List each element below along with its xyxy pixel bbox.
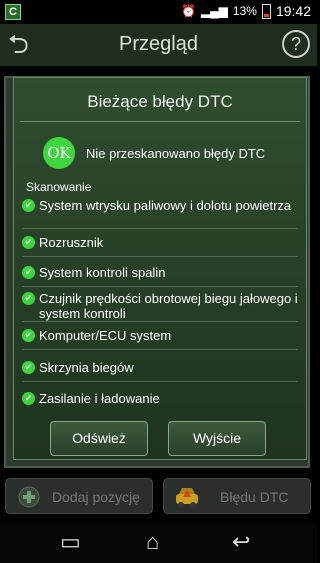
list-item-label: Zasilanie i ładowanie bbox=[39, 391, 160, 406]
car-warning-icon bbox=[176, 488, 198, 508]
dialog-title: Bieżące błędy DTC bbox=[87, 92, 233, 111]
clock: 19:42 bbox=[275, 3, 311, 19]
item-divider bbox=[22, 381, 298, 382]
list-item-label: Komputer/ECU system bbox=[39, 328, 172, 343]
ok-status-icon: OK bbox=[43, 137, 75, 169]
check-icon: ✔ bbox=[22, 199, 35, 212]
dialog-divider bbox=[20, 121, 300, 122]
list-item: ✔ Skrzynia biegów bbox=[22, 360, 298, 382]
check-icon: ✔ bbox=[22, 392, 35, 405]
check-icon: ✔ bbox=[22, 292, 35, 305]
app-notification-icon: C bbox=[5, 4, 21, 20]
item-divider bbox=[22, 349, 298, 350]
check-icon: ✔ bbox=[22, 236, 35, 249]
exit-button[interactable]: Wyjście bbox=[168, 421, 266, 456]
list-item-label: Skrzynia biegów bbox=[39, 360, 134, 375]
dtc-dialog: Bieżące błędy DTC OK Nie przeskanowano b… bbox=[13, 77, 307, 460]
item-divider bbox=[22, 256, 298, 257]
page-title: Przegląd bbox=[119, 33, 198, 55]
home-icon[interactable]: ⌂ bbox=[146, 530, 159, 554]
check-icon: ✔ bbox=[22, 266, 35, 279]
list-item: ✔ System wtrysku paliwowy i dolotu powie… bbox=[22, 198, 298, 229]
add-item-button[interactable]: Dodaj pozycję bbox=[5, 478, 153, 514]
recent-apps-icon[interactable]: ▭ bbox=[60, 530, 81, 554]
list-item: ✔ Komputer/ECU system bbox=[22, 328, 298, 350]
status-bar: C ⏰ ▂▄▆ 13% 19:42 bbox=[0, 0, 317, 24]
list-item: ✔ Zasilanie i ładowanie bbox=[22, 391, 298, 407]
plus-icon bbox=[18, 486, 40, 508]
dtc-errors-label: Błędu DTC bbox=[220, 489, 289, 505]
battery-percent: 13% bbox=[232, 4, 257, 18]
check-icon: ✔ bbox=[22, 329, 35, 342]
app-bar: ⮌ Przegląd ? bbox=[0, 24, 317, 66]
refresh-button[interactable]: Odśwież bbox=[50, 421, 148, 456]
back-icon[interactable]: ↩ bbox=[232, 530, 250, 554]
list-item-label: System kontroli spalin bbox=[39, 265, 166, 280]
list-item-label: System wtrysku paliwowy i dolotu powietr… bbox=[39, 198, 292, 213]
item-divider bbox=[22, 286, 298, 287]
dtc-errors-button[interactable]: Błędu DTC bbox=[163, 478, 311, 514]
signal-icon: ▂▄▆ bbox=[200, 4, 228, 18]
item-divider bbox=[22, 228, 298, 229]
battery-icon bbox=[261, 3, 271, 19]
item-divider bbox=[22, 321, 298, 322]
list-item: ✔ System kontroli spalin bbox=[22, 265, 298, 287]
section-label: Skanowanie bbox=[26, 180, 92, 194]
ok-message: Nie przeskanowano błędy DTC bbox=[86, 146, 266, 161]
system-nav-bar: ▭ ⌂ ↩ bbox=[0, 522, 317, 563]
add-item-label: Dodaj pozycję bbox=[52, 489, 140, 505]
alarm-icon: ⏰ bbox=[181, 4, 196, 18]
list-item-label: Rozrusznik bbox=[39, 235, 104, 250]
list-item: ✔ Czujnik prędkości obrotowej biegu jało… bbox=[22, 291, 298, 322]
check-icon: ✔ bbox=[22, 361, 35, 374]
list-item: ✔ Rozrusznik bbox=[22, 235, 298, 257]
list-item-label: Czujnik prędkości obrotowej biegu jałowe… bbox=[39, 291, 298, 321]
help-icon[interactable]: ? bbox=[282, 30, 310, 58]
bottom-action-bar: Dodaj pozycję Błędu DTC bbox=[0, 470, 317, 522]
